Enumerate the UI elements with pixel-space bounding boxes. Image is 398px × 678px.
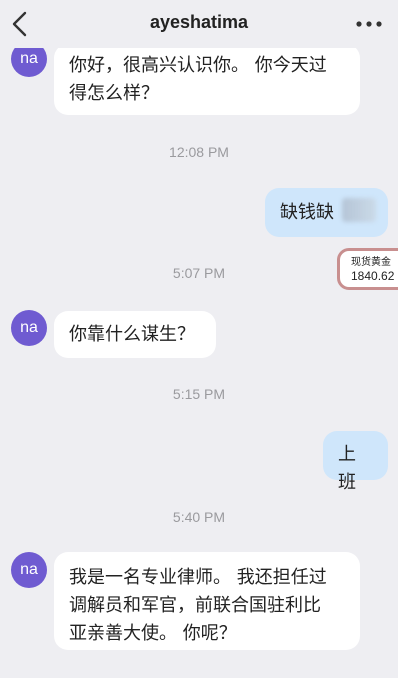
more-horizontal-icon — [356, 21, 382, 27]
message-text: 缺钱缺 — [280, 202, 334, 223]
incoming-message-bubble[interactable]: 你好，很高兴认识你。 你今天过 得怎么样？ — [54, 44, 360, 115]
message-text-line: 得怎么样？ — [69, 83, 159, 104]
outgoing-message-bubble[interactable]: 上班 — [323, 431, 388, 493]
message-text-line: 你好，很高兴认识你。 你今天过 — [69, 55, 327, 76]
message-timestamp: 5:40 PM — [172, 509, 226, 525]
message-text-line: 我是一名专业律师。 我还担任过 — [69, 567, 327, 588]
chat-header: ayeshatima — [0, 0, 398, 48]
message-text: 你靠什么谋生？ — [69, 324, 195, 345]
contact-avatar[interactable]: na — [11, 310, 47, 346]
message-timestamp: 5:07 PM — [172, 265, 226, 281]
chat-title: ayeshatima — [149, 12, 249, 32]
blurred-text-overlay — [342, 198, 376, 222]
message-text-line: 调解员和军官，前联合国驻利比 — [69, 595, 321, 616]
contact-avatar[interactable]: na — [11, 552, 47, 588]
message-text-line: 亚亲善大使。 你呢？ — [69, 623, 237, 644]
message-timestamp: 12:08 PM — [169, 144, 229, 160]
incoming-message-bubble[interactable]: 你靠什么谋生？ — [54, 311, 216, 358]
message-timestamp: 5:15 PM — [172, 386, 226, 402]
more-options-button[interactable] — [352, 10, 386, 38]
incoming-message-bubble[interactable]: 我是一名专业律师。 我还担任过 调解员和军官，前联合国驻利比 亚亲善大使。 你呢… — [54, 552, 360, 650]
message-text: 上班 — [338, 444, 356, 493]
